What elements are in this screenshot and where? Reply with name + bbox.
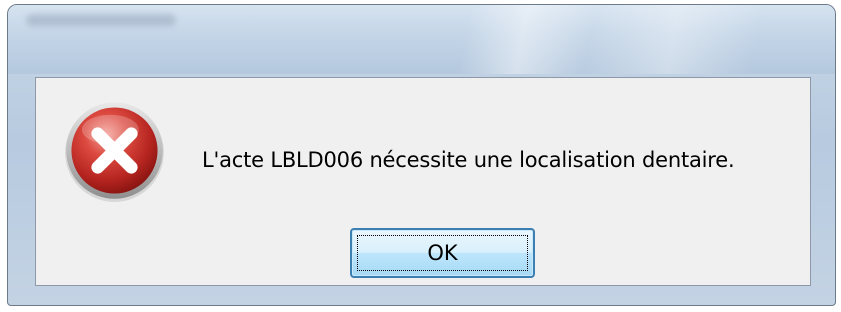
error-message: L'acte LBLD006 nécessite une localisatio… bbox=[202, 148, 735, 172]
title-bar[interactable] bbox=[8, 5, 835, 74]
message-box-window: L'acte LBLD006 nécessite une localisatio… bbox=[7, 4, 836, 306]
focus-rectangle: OK bbox=[357, 235, 528, 271]
dialog-content: L'acte LBLD006 nécessite une localisatio… bbox=[35, 77, 811, 286]
ok-button-label: OK bbox=[427, 241, 458, 265]
window-title bbox=[26, 14, 176, 26]
error-icon bbox=[65, 102, 164, 202]
ok-button[interactable]: OK bbox=[350, 228, 535, 278]
